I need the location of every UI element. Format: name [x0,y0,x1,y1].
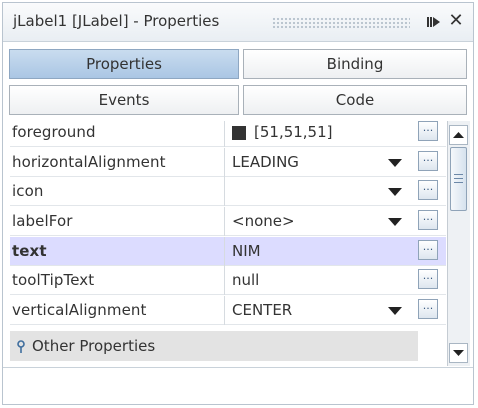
property-sheet: foreground [51,51,51] ... horizontalAlig… [10,121,446,381]
property-name: verticalAlignment [12,301,147,319]
properties-panel: jLabel1 [JLabel] - Properties ✕ Properti… [2,2,474,405]
thumb-grip-line [454,174,463,175]
property-value[interactable]: LEADING [232,153,299,171]
custom-editor-button[interactable]: ... [418,180,438,200]
dropdown-arrow-icon[interactable] [388,159,402,167]
tab-code[interactable]: Code [243,85,467,115]
property-row-text[interactable]: text NIM ... [10,237,446,266]
tab-events[interactable]: Events [9,85,239,115]
property-name: labelFor [12,212,73,230]
tab-properties[interactable]: Properties [9,49,239,79]
dropdown-arrow-icon[interactable] [388,188,402,196]
property-value[interactable]: <none> [232,212,295,230]
scroll-up-icon[interactable] [448,125,469,145]
property-value[interactable]: CENTER [232,301,292,319]
property-name: icon [12,182,44,200]
custom-editor-button[interactable]: ... [418,269,438,289]
property-value[interactable]: [51,51,51] [254,123,333,141]
column-divider [224,296,225,325]
color-swatch [232,126,246,140]
custom-editor-button[interactable]: ... [418,210,438,230]
close-icon[interactable]: ✕ [447,12,465,30]
vertical-scrollbar[interactable] [447,121,470,366]
horizontal-scroll-area [3,367,473,404]
pin-icon [17,340,25,353]
scroll-thumb[interactable] [450,147,467,211]
column-divider [224,237,225,266]
custom-editor-button[interactable]: ... [418,121,438,141]
column-divider [224,207,225,236]
custom-editor-button[interactable]: ... [418,299,438,319]
column-divider [224,266,225,295]
property-name: foreground [12,123,96,141]
dropdown-arrow-icon[interactable] [388,218,402,226]
column-divider [224,177,225,206]
thumb-grip-line [454,178,463,179]
column-divider [224,121,225,147]
property-value[interactable]: NIM [232,242,261,260]
property-row-icon[interactable]: icon ... [10,177,446,206]
property-name: toolTipText [12,271,95,289]
property-row-horizontal-alignment[interactable]: horizontalAlignment LEADING ... [10,148,446,177]
tab-binding[interactable]: Binding [243,49,467,79]
property-value[interactable]: null [232,271,259,289]
category-label: Other Properties [32,337,156,355]
category-other-properties[interactable]: Other Properties [10,331,418,361]
scroll-down-icon[interactable] [448,343,469,363]
property-row-label-for[interactable]: labelFor <none> ... [10,207,446,236]
custom-editor-button[interactable]: ... [418,151,438,171]
thumb-grip-line [454,182,463,183]
property-name: text [12,242,47,260]
column-divider [224,148,225,177]
property-row-foreground[interactable]: foreground [51,51,51] ... [10,121,446,147]
property-row-vertical-alignment[interactable]: verticalAlignment CENTER ... [10,296,446,325]
float-icon[interactable] [424,13,442,31]
custom-editor-button[interactable]: ... [418,240,438,260]
property-name: horizontalAlignment [12,153,166,171]
dropdown-arrow-icon[interactable] [388,307,402,315]
title-bar: jLabel1 [JLabel] - Properties ✕ [3,3,473,42]
window-title: jLabel1 [JLabel] - Properties [13,12,220,30]
drag-grip[interactable] [272,17,410,28]
property-row-tool-tip-text[interactable]: toolTipText null ... [10,266,446,295]
